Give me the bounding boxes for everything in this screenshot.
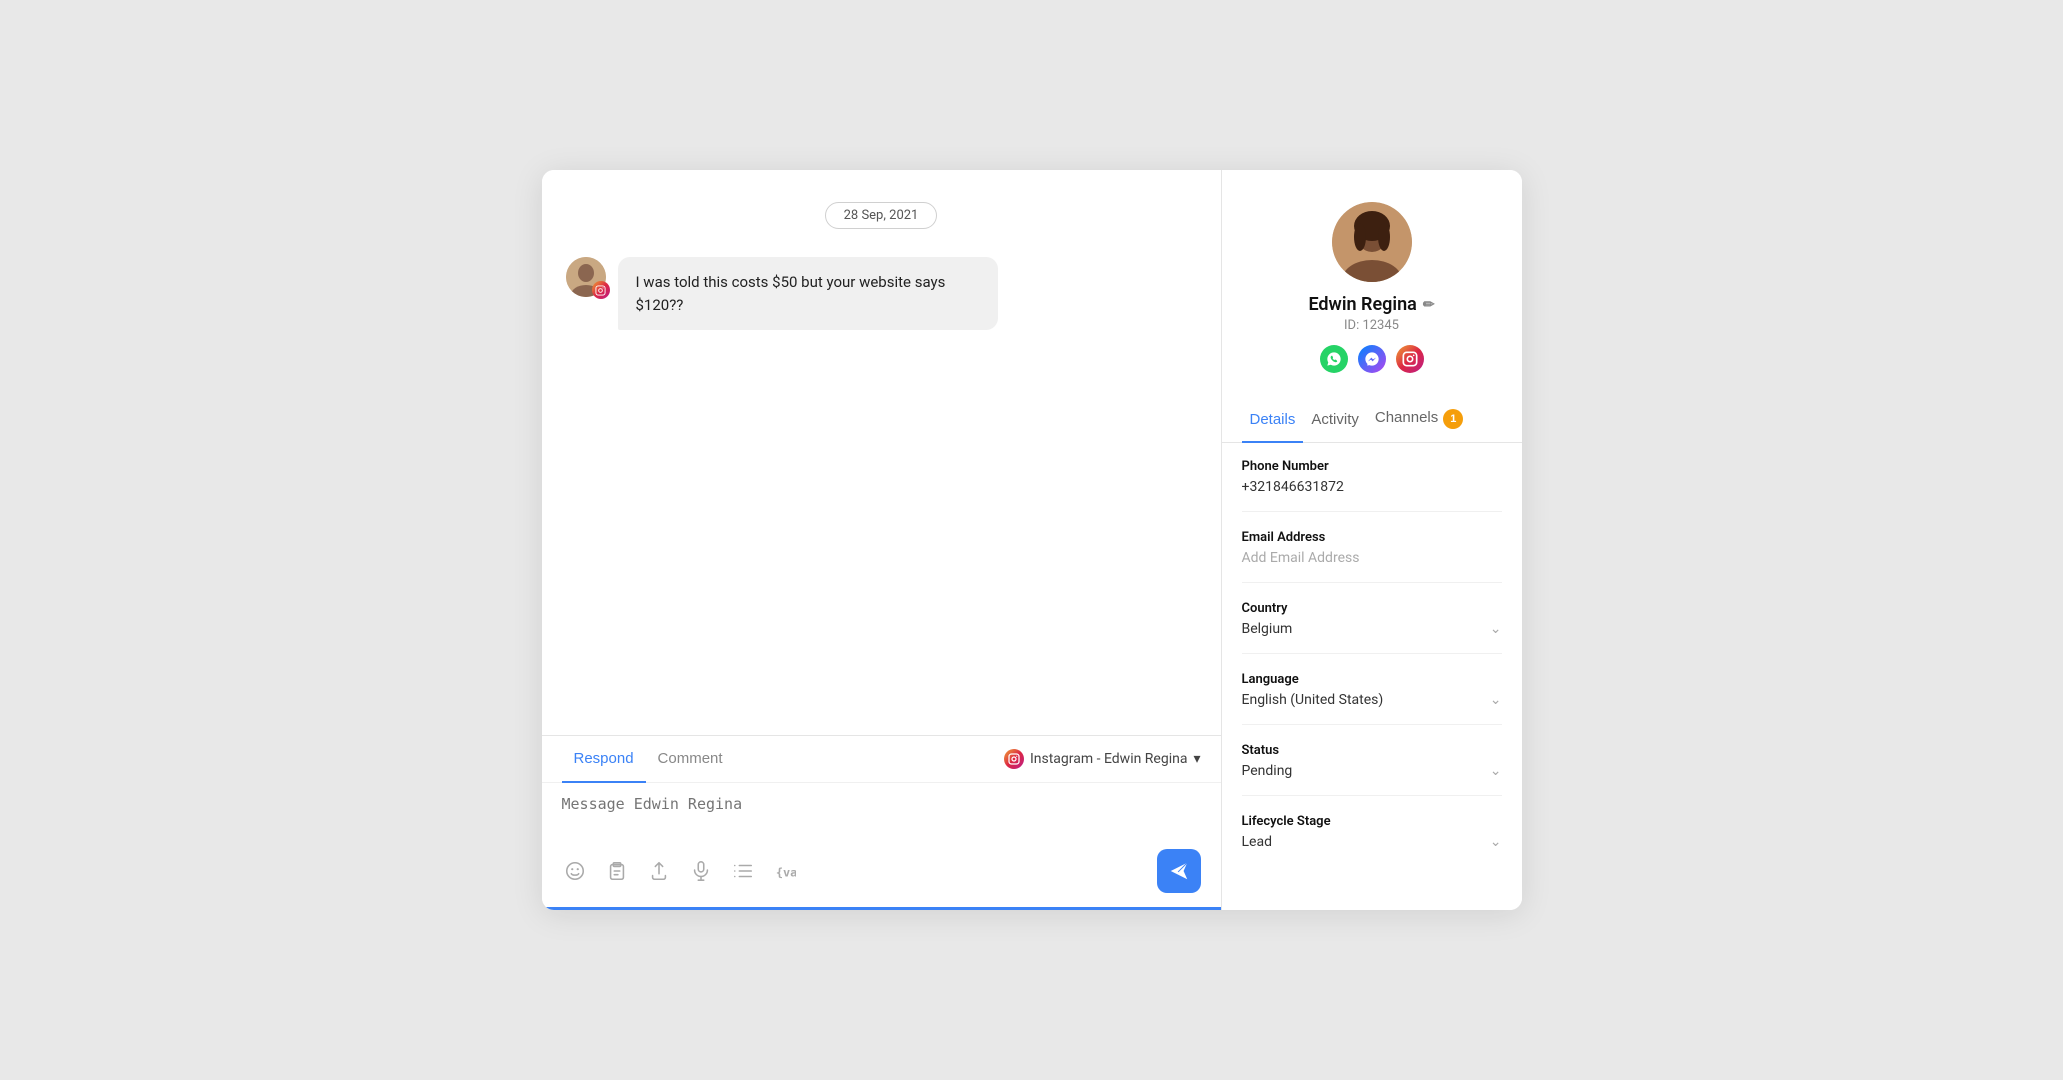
right-panel: Edwin Regina ✏ ID: 12345 [1222,170,1522,910]
list-button[interactable] [730,858,756,884]
channel-selector[interactable]: Instagram - Edwin Regina ▾ [1004,749,1201,769]
status-select[interactable]: Pending ⌄ [1242,763,1502,779]
instagram-channel-icon [1004,749,1024,769]
edit-name-icon[interactable]: ✏ [1423,297,1435,313]
language-field-group: Language English (United States) ⌄ [1242,672,1502,725]
status-value: Pending [1242,763,1293,779]
email-label: Email Address [1242,530,1502,545]
microphone-button[interactable] [688,858,714,884]
country-value: Belgium [1242,621,1293,637]
tab-activity[interactable]: Activity [1303,397,1367,443]
language-value: English (United States) [1242,692,1384,708]
message-bubble: I was told this costs $50 but your websi… [618,257,998,330]
language-label: Language [1242,672,1502,687]
clipboard-button[interactable] [604,858,630,884]
email-field-group: Email Address Add Email Address [1242,530,1502,583]
lifecycle-label: Lifecycle Stage [1242,814,1502,829]
phone-value: +321846631872 [1242,479,1502,495]
upload-button[interactable] [646,858,672,884]
instagram-icon[interactable] [1396,345,1424,373]
message-input[interactable] [562,795,1201,831]
contact-name: Edwin Regina ✏ [1308,294,1434,315]
tab-details[interactable]: Details [1242,397,1304,443]
message-row: I was told this costs $50 but your websi… [566,257,1197,330]
toolbar-row: {var} [542,843,1221,907]
chat-panel: 28 Sep, 2021 [542,170,1222,910]
country-chevron-icon: ⌄ [1490,621,1502,637]
progress-bar [542,907,1221,910]
app-container: 28 Sep, 2021 [542,170,1522,910]
channel-chevron: ▾ [1193,751,1200,767]
send-button[interactable] [1157,849,1201,893]
messenger-icon[interactable] [1358,345,1386,373]
contact-header: Edwin Regina ✏ ID: 12345 [1222,170,1522,397]
profile-tabs: Details Activity Channels1 [1222,397,1522,443]
lifecycle-select[interactable]: Lead ⌄ [1242,834,1502,850]
contact-avatar-large [1332,202,1412,282]
status-chevron-icon: ⌄ [1490,763,1502,779]
chat-messages: 28 Sep, 2021 [542,170,1221,735]
date-badge: 28 Sep, 2021 [825,202,938,229]
contact-avatar-small [566,257,606,297]
contact-id: ID: 12345 [1344,318,1399,333]
emoji-button[interactable] [562,858,588,884]
instagram-badge-small [592,281,610,299]
email-value[interactable]: Add Email Address [1242,550,1502,566]
variable-button[interactable]: {var} [772,858,798,884]
tab-comment[interactable]: Comment [646,736,735,783]
phone-label: Phone Number [1242,459,1502,474]
country-select[interactable]: Belgium ⌄ [1242,621,1502,637]
tab-respond[interactable]: Respond [562,736,646,783]
language-select[interactable]: English (United States) ⌄ [1242,692,1502,708]
lifecycle-chevron-icon: ⌄ [1490,834,1502,850]
tab-channels[interactable]: Channels1 [1367,397,1471,443]
language-chevron-icon: ⌄ [1490,692,1502,708]
message-input-area [542,783,1221,843]
lifecycle-value: Lead [1242,834,1272,850]
status-field-group: Status Pending ⌄ [1242,743,1502,796]
phone-field-group: Phone Number +321846631872 [1242,459,1502,512]
channel-icons [1320,345,1424,373]
reply-tabs: Respond Comment Instagram - Edwin Regina… [542,736,1221,783]
details-section: Phone Number +321846631872 Email Address… [1222,443,1522,910]
channel-label: Instagram - Edwin Regina [1030,751,1188,767]
country-field-group: Country Belgium ⌄ [1242,601,1502,654]
chat-bottom: Respond Comment Instagram - Edwin Regina… [542,735,1221,910]
lifecycle-field-group: Lifecycle Stage Lead ⌄ [1242,814,1502,866]
whatsapp-icon[interactable] [1320,345,1348,373]
status-label: Status [1242,743,1502,758]
channels-badge: 1 [1443,409,1463,429]
svg-text:{var}: {var} [775,866,795,880]
country-label: Country [1242,601,1502,616]
